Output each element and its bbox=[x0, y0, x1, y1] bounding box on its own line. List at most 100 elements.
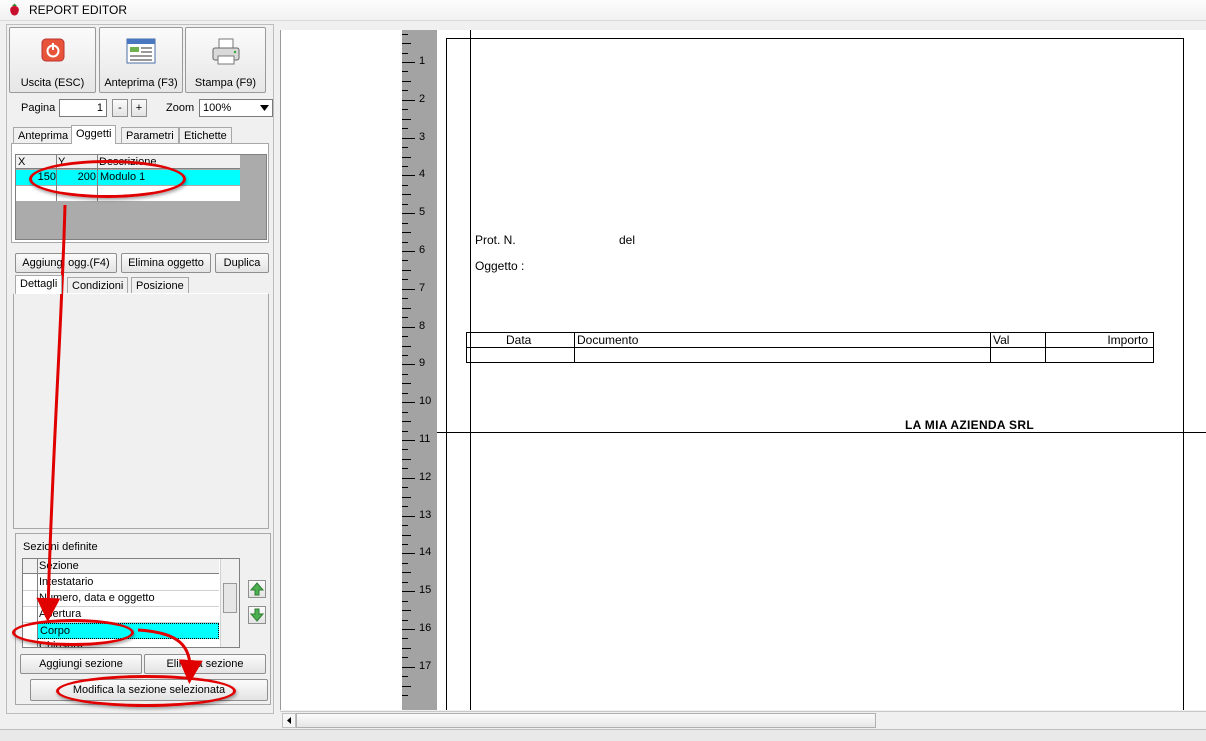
ruler-tick-minor bbox=[402, 43, 411, 45]
canvas-border bbox=[280, 30, 281, 710]
table-divider bbox=[1045, 332, 1046, 363]
ruler-tick-minor bbox=[402, 430, 408, 432]
table-divider bbox=[990, 332, 991, 363]
ruler-number: 13 bbox=[419, 508, 432, 521]
ruler-number: 14 bbox=[419, 546, 432, 559]
ruler-number: 6 bbox=[419, 244, 426, 256]
ruler-tick-minor bbox=[402, 354, 408, 356]
ruler-tick-minor bbox=[402, 90, 408, 92]
ruler-tick-major bbox=[402, 515, 415, 517]
document-table: Data Documento Val Importo bbox=[466, 332, 1154, 363]
ruler-tick-minor bbox=[402, 118, 411, 120]
report-canvas[interactable]: 1 2 3 4 5 6 7 8 9 10 11 12 13 14 15 16 17 Prot. N. del O… bbox=[280, 30, 1206, 710]
ruler-tick-minor bbox=[402, 80, 411, 82]
company-label: LA MIA AZIENDA SRL bbox=[905, 418, 1034, 432]
ruler-tick-major bbox=[402, 62, 415, 63]
ruler-tick-minor bbox=[402, 676, 408, 678]
ruler-tick-minor bbox=[402, 572, 411, 574]
oggetto-label: Oggetto : bbox=[475, 259, 525, 273]
ruler-tick-minor bbox=[402, 496, 411, 498]
ruler-tick-major bbox=[402, 364, 415, 366]
tab-oggetti[interactable]: Oggetti bbox=[71, 125, 117, 144]
scroll-left-button[interactable] bbox=[282, 713, 296, 728]
ruler-tick-minor bbox=[402, 543, 408, 545]
col-data: Data bbox=[506, 333, 532, 347]
ruler-tick-minor bbox=[402, 619, 408, 621]
ruler-number: 9 bbox=[419, 357, 426, 370]
ruler-number: 2 bbox=[419, 92, 426, 105]
arrow-object-to-section bbox=[36, 204, 67, 622]
ruler-tick-minor bbox=[402, 421, 411, 423]
del-label: del bbox=[619, 233, 636, 247]
ruler-tick-minor bbox=[402, 411, 408, 413]
ruler-tick-minor bbox=[402, 279, 408, 281]
ruler-tick-minor bbox=[402, 506, 408, 508]
ruler-tick-minor bbox=[402, 194, 411, 196]
ruler-tick-minor bbox=[402, 468, 408, 470]
horizontal-scrollbar[interactable] bbox=[280, 711, 1206, 730]
ruler-tick-minor bbox=[402, 71, 408, 73]
ruler-tick-major bbox=[402, 666, 415, 668]
ruler-tick-major bbox=[402, 440, 415, 441]
ruler-tick-minor bbox=[402, 610, 411, 612]
ruler-tick-major bbox=[402, 288, 415, 290]
ruler-tick-minor bbox=[402, 534, 411, 536]
ruler-tick-minor bbox=[402, 298, 408, 300]
ruler-tick-minor bbox=[402, 109, 408, 111]
chevron-left-icon bbox=[287, 717, 291, 724]
ruler-tick-major bbox=[402, 175, 415, 177]
ruler-number: 8 bbox=[419, 319, 426, 332]
ruler-tick-minor bbox=[402, 232, 411, 234]
ruler-tick-minor bbox=[402, 52, 408, 54]
ruler-number: 7 bbox=[419, 281, 426, 294]
ruler-number: 12 bbox=[419, 470, 432, 483]
ruler-number: 17 bbox=[419, 659, 432, 672]
ruler-tick-major bbox=[402, 477, 415, 479]
col-documento: Documento bbox=[577, 333, 639, 347]
ruler-tick-minor bbox=[402, 184, 408, 186]
col-val: Val bbox=[993, 333, 1010, 347]
ruler-tick-minor bbox=[402, 260, 408, 262]
arrow-section-to-modify bbox=[137, 628, 203, 684]
ruler-tick-minor bbox=[402, 241, 408, 243]
ruler-tick-minor bbox=[402, 685, 411, 687]
ruler-tick-minor bbox=[402, 165, 408, 167]
ruler-tick-minor bbox=[402, 383, 411, 385]
ruler-tick-major bbox=[402, 326, 415, 328]
ruler-tick-minor bbox=[402, 307, 411, 309]
ruler-tick-major bbox=[402, 591, 415, 593]
ruler-tick-major bbox=[402, 99, 415, 101]
table-divider bbox=[574, 332, 575, 363]
ruler-tick-minor bbox=[402, 222, 408, 224]
ruler-number: 16 bbox=[419, 622, 432, 634]
ruler-tick-major bbox=[402, 213, 415, 215]
ruler-number: 11 bbox=[419, 433, 431, 445]
ruler-tick-minor bbox=[402, 373, 408, 375]
ruler-tick-major bbox=[402, 137, 415, 139]
ruler-number: 10 bbox=[419, 395, 432, 408]
ruler-tick-minor bbox=[402, 128, 408, 130]
ruler-tick-major bbox=[402, 251, 415, 252]
scrollbar-thumb[interactable] bbox=[296, 713, 876, 728]
ruler-tick-major bbox=[402, 553, 415, 555]
ruler-tick-minor bbox=[402, 581, 408, 583]
ruler-number: 15 bbox=[419, 584, 432, 597]
annotation-arrows bbox=[36, 204, 203, 684]
ruler-tick-minor bbox=[402, 156, 411, 158]
tab-dettagli[interactable]: Dettagli bbox=[15, 275, 63, 294]
ruler-number: 4 bbox=[419, 168, 426, 181]
ruler-tick-minor bbox=[402, 525, 408, 527]
ruler-tick-minor bbox=[402, 392, 408, 394]
ruler-tick-minor bbox=[402, 449, 408, 451]
margin-line bbox=[470, 30, 471, 710]
ruler-tick-minor bbox=[402, 458, 411, 460]
ruler-tick-minor bbox=[402, 203, 408, 205]
ruler-tick-minor bbox=[402, 600, 408, 602]
vertical-ruler: 1 2 3 4 5 6 7 8 9 10 11 12 13 14 15 16 17 bbox=[402, 30, 437, 710]
ruler-number: 5 bbox=[419, 206, 426, 219]
ruler-tick-minor bbox=[402, 269, 411, 271]
table-rule bbox=[466, 347, 1154, 348]
ruler-tick-minor bbox=[402, 336, 408, 338]
ruler-tick-minor bbox=[402, 33, 408, 35]
ruler-tick-minor bbox=[402, 562, 408, 564]
